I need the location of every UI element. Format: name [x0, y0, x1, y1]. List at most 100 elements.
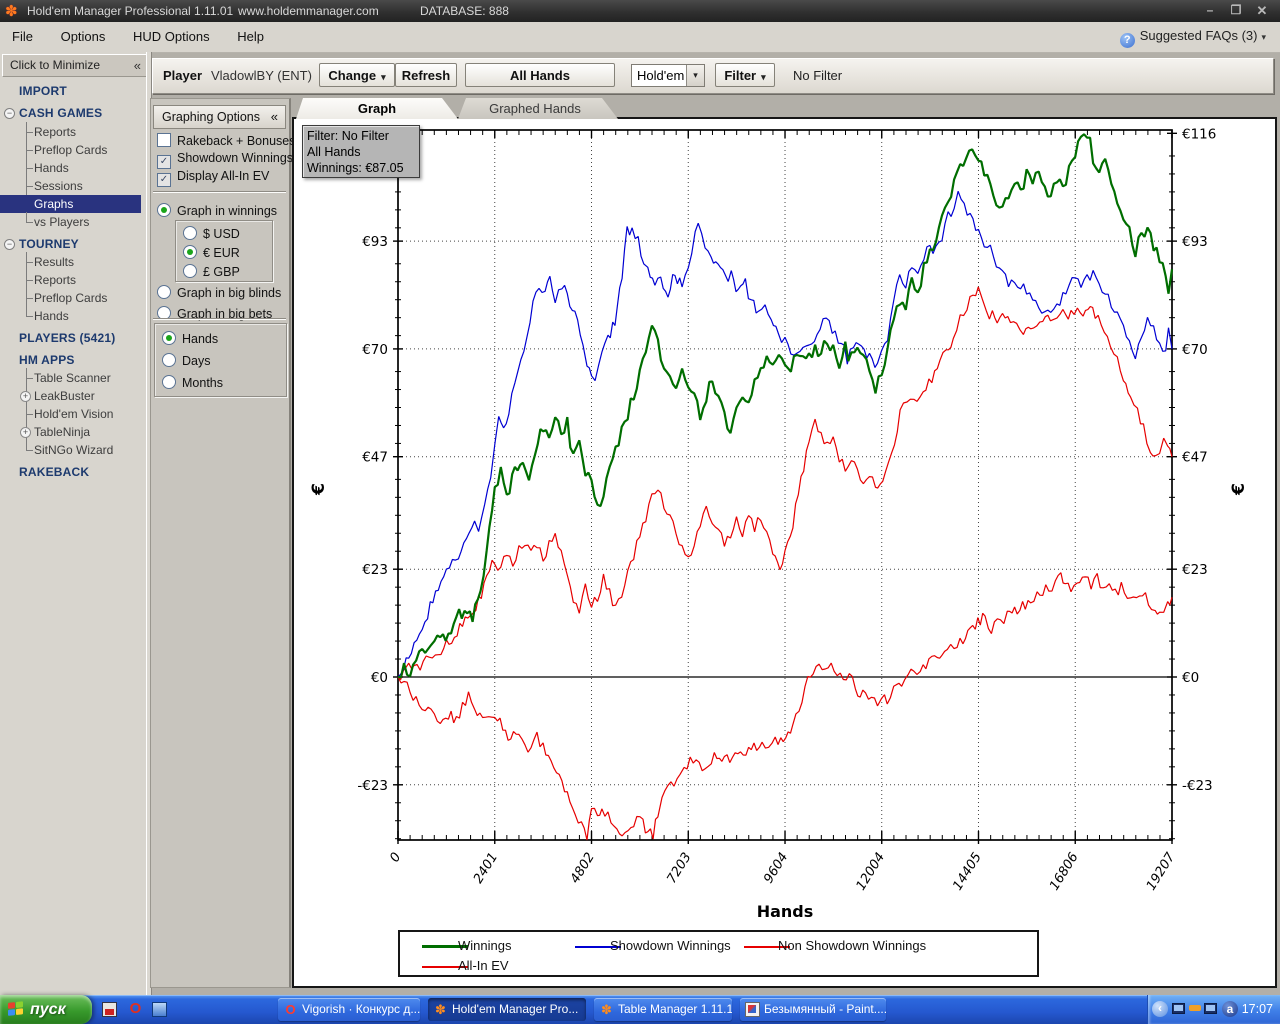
- svg-text:€: €: [1229, 483, 1249, 496]
- radio-eur[interactable]: € EUR: [183, 245, 240, 261]
- radio-icon[interactable]: [162, 375, 176, 389]
- radio-months[interactable]: Months: [162, 375, 223, 391]
- taskbar-window-paint[interactable]: Безымянный - Paint....: [740, 998, 886, 1021]
- opera-quicklaunch-icon[interactable]: O: [128, 1002, 143, 1017]
- minimize-button[interactable]: –: [1198, 2, 1222, 19]
- dropdown-arrow-icon[interactable]: ▾: [686, 65, 704, 86]
- filter-button[interactable]: Filter▾: [715, 63, 775, 87]
- radio-graph-in-big-blinds[interactable]: Graph in big blinds: [157, 285, 281, 301]
- collapse-left-icon[interactable]: «: [271, 106, 278, 128]
- radio-icon[interactable]: [183, 226, 197, 240]
- title-bar: ✽ Hold'em Manager Professional 1.11.01 w…: [0, 0, 1280, 22]
- caret-down-icon: ▾: [1261, 32, 1266, 42]
- radio-icon[interactable]: [183, 264, 197, 278]
- radio-gbp[interactable]: £ GBP: [183, 264, 240, 280]
- change-button[interactable]: Change▾: [319, 63, 395, 87]
- svg-text:-€23: -€23: [357, 778, 388, 794]
- sidebar-item-cash-hands[interactable]: Hands: [0, 159, 146, 177]
- restore-button[interactable]: ❐: [1224, 2, 1248, 19]
- expand-minus-icon[interactable]: −: [4, 239, 15, 250]
- graphing-options-header[interactable]: Graphing Options«: [153, 105, 286, 129]
- menu-help[interactable]: Help: [225, 22, 276, 52]
- modem-icon[interactable]: [1189, 1005, 1201, 1011]
- save-quicklaunch-icon[interactable]: [102, 1002, 117, 1017]
- game-type-select[interactable]: Hold'em ▾: [631, 64, 705, 87]
- svg-text:€47: €47: [362, 450, 388, 466]
- expand-plus-icon[interactable]: +: [20, 427, 31, 438]
- close-button[interactable]: ✕: [1250, 2, 1274, 19]
- checkbox-rakeback-bonuses[interactable]: Rakeback + Bonuses: [157, 133, 295, 149]
- tab-graphed-hands[interactable]: Graphed Hands: [452, 98, 618, 119]
- sidebar-item-players[interactable]: PLAYERS (5421): [0, 329, 146, 347]
- taskbar: пуск O OVigorish · Конкурс д... ✽Hold'em…: [0, 995, 1280, 1024]
- sidebar-item-cash-sessions[interactable]: Sessions: [0, 177, 146, 195]
- tooltip-hands: All Hands: [307, 144, 419, 160]
- taskbar-window-vigorish[interactable]: OVigorish · Конкурс д...: [278, 998, 420, 1021]
- checkbox-checked-icon[interactable]: ✓: [157, 173, 171, 187]
- tray-chevron-icon[interactable]: ‹: [1152, 1001, 1168, 1017]
- sidebar-item-tableninja[interactable]: +TableNinja: [0, 423, 146, 441]
- svg-text:7203: 7203: [664, 850, 694, 886]
- menu-hud-options[interactable]: HUD Options: [121, 22, 222, 52]
- checkbox-display-allin-ev[interactable]: ✓Display All-In EV: [157, 169, 269, 185]
- sidebar-item-cash-graphs[interactable]: Graphs: [0, 195, 146, 213]
- legend-non-showdown-label: Non Showdown Winnings: [778, 938, 926, 953]
- radio-days[interactable]: Days: [162, 353, 210, 369]
- radio-usd[interactable]: $ USD: [183, 226, 240, 242]
- player-name: VladowlBY (ENT): [211, 68, 312, 83]
- sidebar-item-sitngo-wizard[interactable]: SitNGo Wizard: [0, 441, 146, 459]
- sidebar-item-leakbuster[interactable]: +LeakBuster: [0, 387, 146, 405]
- radio-hands[interactable]: Hands: [162, 331, 218, 347]
- radio-selected-icon[interactable]: [183, 245, 197, 259]
- radio-icon[interactable]: [157, 285, 171, 299]
- svg-text:€47: €47: [1182, 450, 1208, 466]
- taskbar-window-table-manager[interactable]: ✽Table Manager 1.11.1: [594, 998, 732, 1021]
- sidebar-item-tourney-results[interactable]: Results: [0, 253, 146, 271]
- start-button[interactable]: пуск: [0, 995, 92, 1024]
- antivirus-tray-icon[interactable]: a: [1222, 1001, 1238, 1017]
- sidebar-item-cash-games[interactable]: −CASH GAMES: [0, 104, 146, 122]
- taskbar-window-holdem-manager[interactable]: ✽Hold'em Manager Pro...: [428, 998, 586, 1021]
- sidebar-item-import[interactable]: IMPORT: [0, 82, 146, 100]
- hm-flower-icon: ✽: [433, 1002, 448, 1017]
- paint-icon: [745, 1002, 760, 1017]
- sidebar-item-tourney[interactable]: −TOURNEY: [0, 235, 146, 253]
- radio-selected-icon[interactable]: [157, 203, 171, 217]
- sidebar-item-holdem-vision[interactable]: Hold'em Vision: [0, 405, 146, 423]
- checkbox-checked-icon[interactable]: ✓: [157, 155, 171, 169]
- tab-graph[interactable]: Graph: [296, 98, 458, 119]
- sidebar-item-cash-reports[interactable]: Reports: [0, 123, 146, 141]
- graphing-options-panel: Graphing Options« Rakeback + Bonuses ✓Sh…: [150, 98, 291, 988]
- all-hands-button[interactable]: All Hands: [465, 63, 615, 87]
- legend-showdown-label: Showdown Winnings: [610, 938, 731, 953]
- show-desktop-icon[interactable]: [152, 1002, 167, 1017]
- radio-selected-icon[interactable]: [162, 331, 176, 345]
- active-filter-status: No Filter: [793, 68, 842, 83]
- network-monitor-icon[interactable]: [1172, 1003, 1185, 1014]
- sidebar-item-tourney-preflop-cards[interactable]: Preflop Cards: [0, 289, 146, 307]
- svg-text:19207: 19207: [1144, 850, 1179, 894]
- sidebar-item-cash-vs-players[interactable]: vs Players: [0, 213, 146, 231]
- sidebar-item-tourney-reports[interactable]: Reports: [0, 271, 146, 289]
- radio-icon[interactable]: [162, 353, 176, 367]
- sidebar-item-hm-apps[interactable]: HM APPS: [0, 351, 146, 369]
- checkbox-showdown-winnings[interactable]: ✓Showdown Winnings: [157, 151, 293, 167]
- menu-file[interactable]: File: [0, 22, 45, 52]
- network-monitor-icon[interactable]: [1204, 1003, 1217, 1014]
- sidebar-minimize-bar[interactable]: Click to Minimize«: [2, 54, 149, 77]
- expand-minus-icon[interactable]: −: [4, 108, 15, 119]
- expand-plus-icon[interactable]: +: [20, 391, 31, 402]
- menu-options[interactable]: Options: [49, 22, 118, 52]
- sidebar-item-rakeback[interactable]: RAKEBACK: [0, 463, 146, 481]
- collapse-left-icon[interactable]: «: [134, 55, 141, 76]
- svg-text:€23: €23: [1182, 562, 1208, 578]
- suggested-faqs[interactable]: ?Suggested FAQs (3)▾: [1120, 28, 1266, 48]
- refresh-button[interactable]: Refresh: [395, 63, 457, 87]
- sidebar-item-tourney-hands[interactable]: Hands: [0, 307, 146, 325]
- sidebar-item-table-scanner[interactable]: Table Scanner: [0, 369, 146, 387]
- sidebar-item-cash-preflop-cards[interactable]: Preflop Cards: [0, 141, 146, 159]
- checkbox-icon[interactable]: [157, 133, 171, 147]
- svg-text:16806: 16806: [1047, 850, 1082, 893]
- radio-graph-in-winnings[interactable]: Graph in winnings: [157, 203, 277, 219]
- svg-text:€93: €93: [1182, 234, 1208, 250]
